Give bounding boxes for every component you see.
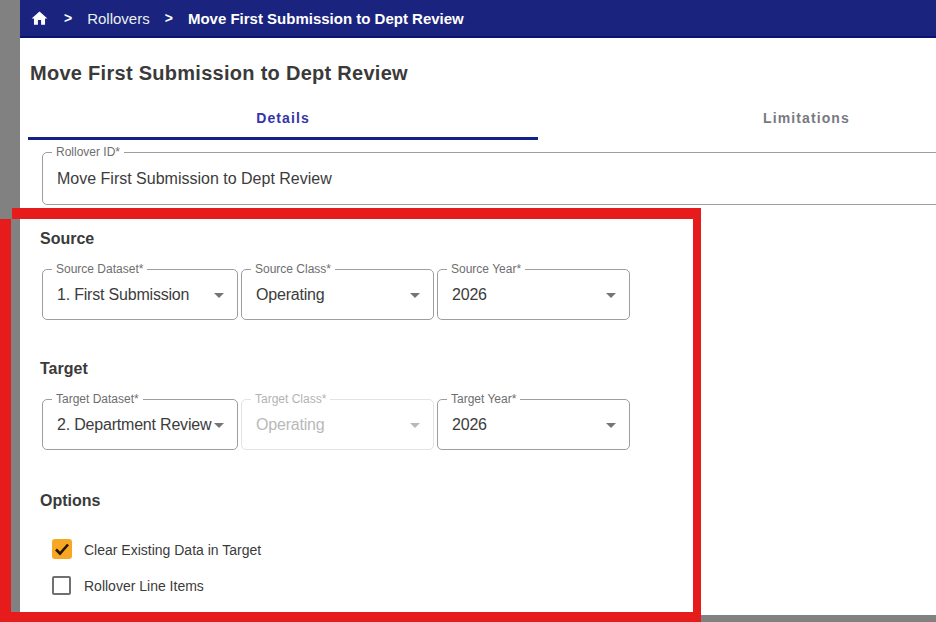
target-dataset-label: Target Dataset* xyxy=(52,393,143,406)
source-year-select[interactable]: Source Year* 2026 xyxy=(437,269,630,320)
target-year-select[interactable]: Target Year* 2026 xyxy=(437,399,630,450)
checkbox-rollover-line-items[interactable] xyxy=(52,576,71,595)
tab-bar: Details Limitations xyxy=(28,100,936,137)
source-class-label: Source Class* xyxy=(251,263,335,276)
target-class-value: Operating xyxy=(256,400,433,449)
source-dataset-value: 1. First Submission xyxy=(57,270,237,319)
breadcrumb: > Rollovers > Move First Submission to D… xyxy=(20,0,936,38)
target-year-label: Target Year* xyxy=(447,393,520,406)
target-year-value: 2026 xyxy=(452,400,629,449)
dropdown-arrow-icon xyxy=(606,423,616,428)
page: > Rollovers > Move First Submission to D… xyxy=(0,0,936,622)
tab-limitations[interactable]: Limitations xyxy=(538,100,936,137)
checkbox-clear-existing-data[interactable] xyxy=(52,539,72,559)
dropdown-arrow-icon xyxy=(606,293,616,298)
checkbox-rollover-line-items-label: Rollover Line Items xyxy=(84,578,204,594)
checkmark-icon xyxy=(52,539,72,559)
checkbox-clear-existing-data-label: Clear Existing Data in Target xyxy=(84,542,261,558)
window-edge-bottom xyxy=(0,615,936,622)
tab-details[interactable]: Details xyxy=(28,100,538,137)
source-dataset-label: Source Dataset* xyxy=(52,263,147,276)
source-year-label: Source Year* xyxy=(447,263,525,276)
rollover-id-field[interactable]: Rollover ID* Move First Submission to De… xyxy=(42,152,936,205)
rollover-id-value: Move First Submission to Dept Review xyxy=(57,153,936,204)
source-year-value: 2026 xyxy=(452,270,629,319)
rollover-id-label: Rollover ID* xyxy=(52,146,124,159)
breadcrumb-link-rollovers[interactable]: Rollovers xyxy=(87,10,150,27)
source-dataset-select[interactable]: Source Dataset* 1. First Submission xyxy=(42,269,238,320)
dropdown-arrow-icon xyxy=(214,423,224,428)
active-tab-indicator xyxy=(28,137,538,140)
breadcrumb-separator: > xyxy=(64,10,72,26)
target-class-label: Target Class* xyxy=(251,393,330,406)
window-edge-left xyxy=(0,0,20,622)
breadcrumb-current: Move First Submission to Dept Review xyxy=(188,10,464,27)
annotation-highlight-rectangle-right xyxy=(693,208,701,614)
home-icon[interactable] xyxy=(30,9,49,28)
page-title: Move First Submission to Dept Review xyxy=(30,62,408,85)
dropdown-arrow-icon xyxy=(214,293,224,298)
target-class-select: Target Class* Operating xyxy=(241,399,434,450)
source-class-select[interactable]: Source Class* Operating xyxy=(241,269,434,320)
source-heading: Source xyxy=(40,230,94,248)
target-dataset-select[interactable]: Target Dataset* 2. Department Review xyxy=(42,399,238,450)
dropdown-arrow-icon xyxy=(410,423,420,428)
dropdown-arrow-icon xyxy=(410,293,420,298)
breadcrumb-separator: > xyxy=(165,10,173,26)
options-heading: Options xyxy=(40,492,100,510)
annotation-highlight-rectangle xyxy=(12,208,701,219)
source-class-value: Operating xyxy=(256,270,433,319)
target-dataset-value: 2. Department Review xyxy=(57,400,237,449)
target-heading: Target xyxy=(40,360,88,378)
